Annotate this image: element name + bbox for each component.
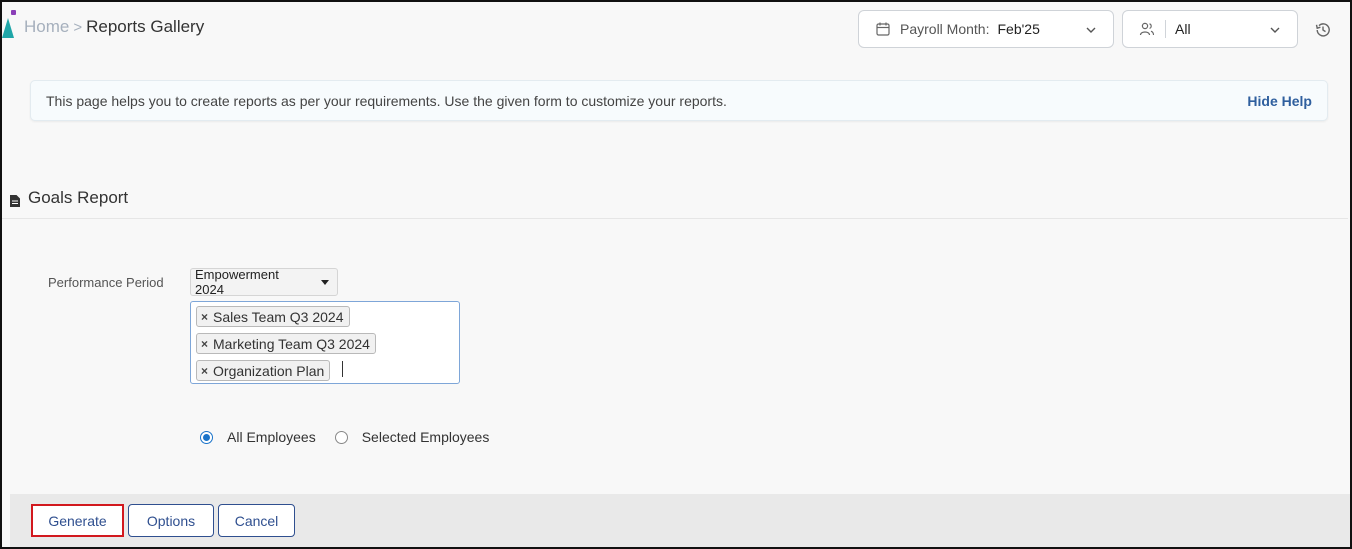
- breadcrumb: Home > Reports Gallery: [24, 17, 204, 37]
- period-multiselect[interactable]: × Sales Team Q3 2024 × Marketing Team Q3…: [190, 301, 460, 384]
- document-icon: [10, 192, 20, 207]
- hide-help-link[interactable]: Hide Help: [1247, 93, 1312, 109]
- caret-down-icon: [321, 280, 329, 285]
- cancel-button[interactable]: Cancel: [218, 504, 295, 537]
- selected-tag: × Organization Plan: [196, 360, 331, 381]
- all-employees-label[interactable]: All Employees: [227, 429, 316, 445]
- help-message: This page helps you to create reports as…: [46, 93, 727, 109]
- selected-employees-label[interactable]: Selected Employees: [362, 429, 490, 445]
- selected-tag: × Marketing Team Q3 2024: [196, 333, 376, 354]
- payroll-month-value: Feb'25: [997, 21, 1040, 37]
- selected-employees-radio[interactable]: [334, 430, 348, 444]
- options-button[interactable]: Options: [128, 504, 214, 537]
- selected-tag: × Sales Team Q3 2024: [196, 306, 350, 327]
- tag-label: Marketing Team Q3 2024: [213, 335, 370, 352]
- tag-label: Organization Plan: [213, 362, 325, 379]
- all-employees-radio[interactable]: [200, 430, 213, 444]
- help-banner: This page helps you to create reports as…: [30, 80, 1328, 121]
- calendar-icon: [875, 21, 891, 37]
- generate-button[interactable]: Generate: [31, 504, 124, 537]
- performance-period-value: Empowerment 2024: [195, 267, 279, 297]
- users-icon: [1139, 21, 1155, 37]
- logo-icon: [2, 10, 16, 38]
- employee-scope-dropdown[interactable]: All: [1122, 10, 1298, 48]
- section-title-text: Goals Report: [28, 188, 129, 207]
- section-title: Goals Report: [10, 188, 128, 208]
- breadcrumb-home-link[interactable]: Home: [24, 17, 69, 36]
- divider: [1165, 20, 1166, 38]
- payroll-month-dropdown[interactable]: Payroll Month: Feb'25: [858, 10, 1114, 48]
- employee-radio-group: All Employees Selected Employees: [200, 429, 508, 445]
- performance-period-label: Performance Period: [48, 275, 164, 290]
- employee-scope-value: All: [1175, 21, 1191, 37]
- text-cursor: [342, 361, 343, 377]
- page-title: Reports Gallery: [86, 17, 205, 36]
- remove-tag-icon[interactable]: ×: [201, 337, 208, 351]
- performance-period-select[interactable]: Empowerment 2024: [190, 267, 338, 297]
- chevron-down-icon: [1085, 23, 1097, 35]
- tag-label: Sales Team Q3 2024: [213, 308, 344, 325]
- remove-tag-icon[interactable]: ×: [201, 364, 208, 378]
- chevron-down-icon: [1269, 23, 1281, 35]
- breadcrumb-separator: >: [73, 19, 83, 36]
- divider: [2, 218, 1348, 219]
- remove-tag-icon[interactable]: ×: [201, 310, 208, 324]
- payroll-month-label: Payroll Month:: [900, 21, 990, 37]
- history-icon[interactable]: [1314, 21, 1332, 39]
